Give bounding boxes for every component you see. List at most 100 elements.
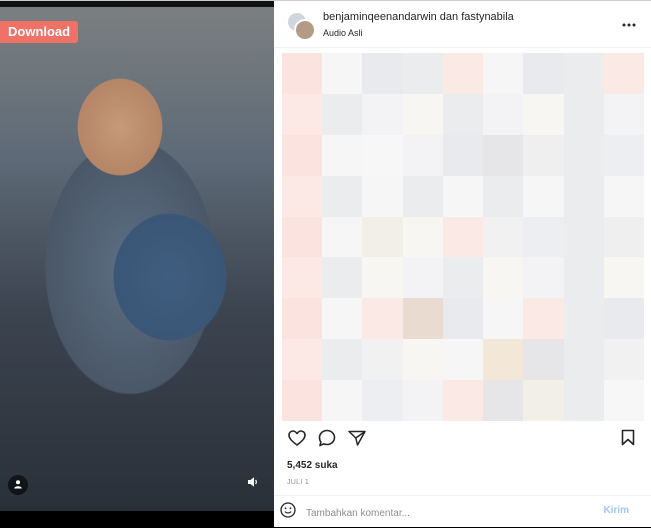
- comment-bar: Kirim: [274, 495, 651, 528]
- post-date[interactable]: JULI 1: [287, 479, 309, 486]
- emoji-icon: [280, 501, 296, 523]
- blur-tile: [483, 175, 524, 217]
- sound-toggle-button[interactable]: [244, 475, 262, 493]
- blur-tile: [523, 380, 564, 421]
- blur-tile: [442, 216, 484, 258]
- blur-tile: [483, 257, 524, 299]
- video-player[interactable]: Download: [0, 1, 274, 527]
- blur-tile: [523, 53, 564, 94]
- blur-tile: [362, 298, 403, 340]
- audio-link[interactable]: Audio Asli: [323, 28, 363, 38]
- blur-tile: [442, 53, 484, 94]
- blur-tile: [483, 298, 524, 340]
- blur-tile: [523, 257, 564, 299]
- blur-tile: [322, 93, 363, 135]
- video-frame[interactable]: [0, 7, 274, 511]
- blur-tile: [402, 134, 443, 176]
- blur-tile: [523, 339, 564, 381]
- blur-tile: [282, 53, 323, 94]
- blur-tile: [322, 216, 363, 258]
- blur-tile: [483, 53, 524, 94]
- blur-tile: [603, 93, 644, 135]
- blur-tile: [322, 257, 363, 299]
- blur-tile: [282, 380, 323, 421]
- blur-tile: [362, 175, 403, 217]
- blur-tile: [362, 134, 403, 176]
- blur-tile: [402, 53, 443, 94]
- blur-tile: [523, 93, 564, 135]
- download-button[interactable]: Download: [0, 21, 79, 43]
- blur-tile: [362, 53, 403, 94]
- post-header: benjaminqeenandarwin dan fastynabila Aud…: [274, 1, 651, 48]
- blur-tile: [483, 380, 524, 421]
- blur-tile: [483, 134, 524, 176]
- blur-tile: [563, 380, 604, 421]
- blur-tile: [442, 298, 484, 340]
- blur-tile: [603, 175, 644, 217]
- like-count[interactable]: 5,452 suka: [287, 460, 338, 471]
- blur-tile: [603, 53, 644, 94]
- blur-tile: [442, 339, 484, 381]
- blur-tile: [523, 298, 564, 340]
- blur-tile: [563, 339, 604, 381]
- comment-input[interactable]: [304, 501, 598, 525]
- blur-tile: [483, 216, 524, 258]
- blur-tile: [523, 134, 564, 176]
- blur-tile: [322, 134, 363, 176]
- blur-tile: [282, 93, 323, 135]
- comment-icon: [318, 429, 336, 452]
- share-button[interactable]: [346, 429, 368, 451]
- blur-tile: [603, 339, 644, 381]
- post-authors[interactable]: benjaminqeenandarwin dan fastynabila: [323, 11, 514, 23]
- video-bottom-strip: [0, 511, 274, 527]
- blur-tile: [282, 257, 323, 299]
- blur-tile: [523, 216, 564, 258]
- speaker-icon: [247, 475, 259, 493]
- blur-tile: [282, 175, 323, 217]
- blur-tile: [362, 257, 403, 299]
- blur-tile: [362, 380, 403, 421]
- more-horizontal-icon: [622, 14, 636, 32]
- blur-tile: [322, 339, 363, 381]
- send-comment-button[interactable]: Kirim: [603, 505, 629, 516]
- blur-tile: [362, 339, 403, 381]
- like-button[interactable]: [286, 429, 308, 451]
- blur-tile: [282, 134, 323, 176]
- blurred-comments-area: [282, 53, 644, 421]
- blur-tile: [402, 257, 443, 299]
- post-details-panel: benjaminqeenandarwin dan fastynabila Aud…: [274, 1, 651, 527]
- tagged-users-button[interactable]: [8, 475, 28, 495]
- user-icon: [13, 476, 23, 494]
- blur-tile: [603, 134, 644, 176]
- blur-tile: [282, 216, 323, 258]
- blur-tile: [563, 93, 604, 135]
- blur-tile: [563, 53, 604, 94]
- heart-icon: [288, 429, 306, 451]
- save-button[interactable]: [617, 429, 639, 451]
- blur-tile: [603, 298, 644, 340]
- send-icon: [348, 430, 366, 451]
- blur-tile: [563, 298, 604, 340]
- blur-tile: [603, 257, 644, 299]
- blur-tile: [483, 339, 524, 381]
- comment-button[interactable]: [316, 429, 338, 451]
- avatar[interactable]: [286, 11, 316, 41]
- blur-tile: [483, 93, 524, 135]
- blur-tile: [523, 175, 564, 217]
- blur-tile: [442, 380, 484, 421]
- blur-tile: [282, 339, 323, 381]
- emoji-button[interactable]: [279, 501, 297, 523]
- more-options-button[interactable]: [621, 15, 637, 31]
- blur-tile: [322, 380, 363, 421]
- blur-tile: [563, 257, 604, 299]
- action-bar: [286, 429, 639, 451]
- blur-tile: [402, 380, 443, 421]
- avatar-secondary: [294, 19, 316, 41]
- blur-tile: [563, 175, 604, 217]
- blur-tile: [402, 339, 443, 381]
- blur-tile: [563, 134, 604, 176]
- blur-tile: [322, 175, 363, 217]
- blur-tile: [402, 298, 443, 340]
- blur-tile: [442, 257, 484, 299]
- blur-tile: [603, 216, 644, 258]
